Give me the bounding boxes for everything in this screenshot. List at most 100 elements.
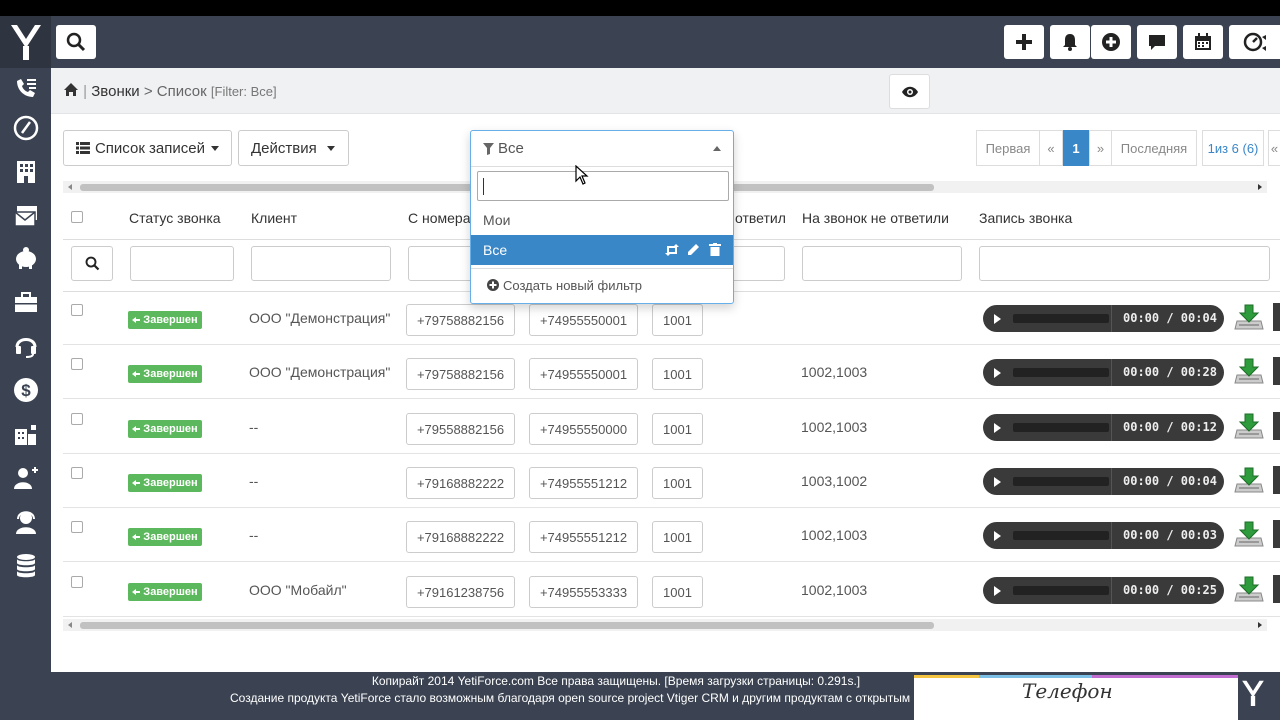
download-icon[interactable] xyxy=(1233,575,1265,603)
yetiforce-logo[interactable] xyxy=(0,16,51,68)
row-checkbox[interactable] xyxy=(71,521,83,533)
preview-toggle-button[interactable] xyxy=(889,74,930,109)
search-button[interactable] xyxy=(56,25,96,59)
play-icon[interactable] xyxy=(994,423,1001,433)
sidebar-item-calls[interactable] xyxy=(0,68,51,108)
row-checkbox[interactable] xyxy=(71,413,83,425)
row-actions-edge[interactable] xyxy=(1273,357,1280,385)
column-from-number[interactable]: С номера xyxy=(408,210,471,226)
audio-progress-track[interactable] xyxy=(1013,477,1109,486)
table-row[interactable]: Завершен ООО "Мобайл" +79161238756 +7495555… xyxy=(63,563,1280,617)
row-checkbox[interactable] xyxy=(71,358,83,370)
extension-number[interactable]: 1001 xyxy=(652,576,703,608)
audio-progress-track[interactable] xyxy=(1013,368,1109,377)
from-number[interactable]: +79161238756 xyxy=(406,576,515,608)
download-icon[interactable] xyxy=(1233,520,1265,548)
from-number[interactable]: +79168882222 xyxy=(406,467,515,499)
audio-progress-track[interactable] xyxy=(1013,531,1109,540)
row-actions-edge[interactable] xyxy=(1273,466,1280,494)
scroll-thumb[interactable] xyxy=(80,622,934,629)
audio-player[interactable]: 00:00 / 00:25 xyxy=(983,577,1224,604)
extension-number[interactable]: 1001 xyxy=(652,413,703,445)
to-number[interactable]: +74955551212 xyxy=(529,467,638,499)
sidebar-item-finance[interactable]: $ xyxy=(0,370,51,410)
extension-number[interactable]: 1001 xyxy=(652,304,703,336)
row-actions-edge[interactable] xyxy=(1273,303,1280,331)
calendar-button[interactable] xyxy=(1183,25,1223,59)
sidebar-item-organization[interactable] xyxy=(0,414,51,454)
sidebar-item-dashboard[interactable] xyxy=(0,108,51,148)
chat-button[interactable] xyxy=(1137,25,1177,59)
sidebar-item-users[interactable] xyxy=(0,502,51,542)
audio-player[interactable]: 00:00 / 00:04 xyxy=(983,468,1224,495)
pager-extra[interactable]: « xyxy=(1268,130,1280,166)
audio-player[interactable]: 00:00 / 00:12 xyxy=(983,414,1224,441)
column-call-recording[interactable]: Запись звонка xyxy=(979,210,1072,226)
pager-last[interactable]: Последняя xyxy=(1111,130,1197,166)
client-link[interactable]: -- xyxy=(249,419,258,435)
scroll-left-arrow[interactable] xyxy=(68,184,72,190)
to-number[interactable]: +74955553333 xyxy=(529,576,638,608)
scroll-right-arrow[interactable] xyxy=(1258,622,1262,628)
client-link[interactable]: ООО "Мобайл" xyxy=(249,582,347,598)
row-actions-edge[interactable] xyxy=(1273,412,1280,440)
sidebar-item-companies[interactable] xyxy=(0,152,51,192)
extension-number[interactable]: 1001 xyxy=(652,521,703,553)
column-call-status[interactable]: Статус звонка xyxy=(129,210,221,226)
filter-select[interactable]: Все xyxy=(471,131,733,167)
download-icon[interactable] xyxy=(1233,466,1265,494)
client-link[interactable]: -- xyxy=(249,527,258,543)
row-actions-edge[interactable] xyxy=(1273,575,1280,603)
audio-progress-track[interactable] xyxy=(1013,314,1109,323)
from-number[interactable]: +79168882222 xyxy=(406,521,515,553)
table-row[interactable]: Завершен -- +79168882222 +74955551212 1001 10… xyxy=(63,454,1280,508)
row-checkbox[interactable] xyxy=(71,304,83,316)
client-link[interactable]: ООО "Демонстрация" xyxy=(249,310,390,326)
play-icon[interactable] xyxy=(994,531,1001,541)
retweet-icon[interactable] xyxy=(664,244,680,256)
audio-progress-track[interactable] xyxy=(1013,586,1109,595)
not-answered-filter-input[interactable] xyxy=(802,246,962,281)
play-icon[interactable] xyxy=(994,586,1001,596)
table-row[interactable]: Завершен -- +79168882222 +74955551212 1001 10… xyxy=(63,508,1280,562)
table-row[interactable]: Завершен ООО "Демонстрация" +79758882156 +7… xyxy=(63,345,1280,399)
sidebar-item-mail[interactable] xyxy=(0,196,51,236)
play-icon[interactable] xyxy=(994,477,1001,487)
from-number[interactable]: +79758882156 xyxy=(406,304,515,336)
dashboard-button[interactable] xyxy=(1229,25,1280,59)
client-link[interactable]: -- xyxy=(249,473,258,489)
sidebar-item-contacts[interactable] xyxy=(0,458,51,498)
sidebar-item-support[interactable] xyxy=(0,326,51,366)
scroll-right-arrow[interactable] xyxy=(1258,184,1262,190)
pager-next[interactable]: » xyxy=(1089,130,1112,166)
filter-search-input[interactable] xyxy=(477,171,729,201)
select-all-checkbox[interactable] xyxy=(71,211,83,223)
extension-number[interactable]: 1001 xyxy=(652,358,703,390)
to-number[interactable]: +74955550001 xyxy=(529,304,638,336)
audio-player[interactable]: 00:00 / 00:28 xyxy=(983,359,1224,386)
column-search-button[interactable] xyxy=(71,246,113,281)
pager-count[interactable]: 1из 6 (6) xyxy=(1202,130,1264,166)
pager-current[interactable]: 1 xyxy=(1063,130,1089,166)
pager-first[interactable]: Первая xyxy=(976,130,1040,166)
download-icon[interactable] xyxy=(1233,303,1265,331)
audio-player[interactable]: 00:00 / 00:03 xyxy=(983,522,1224,549)
pencil-icon[interactable] xyxy=(687,243,700,256)
horizontal-scrollbar-bottom[interactable] xyxy=(63,619,1267,631)
breadcrumb-module[interactable]: Звонки xyxy=(91,83,139,100)
row-checkbox[interactable] xyxy=(71,576,83,588)
row-checkbox[interactable] xyxy=(71,467,83,479)
from-number[interactable]: +79558882156 xyxy=(406,413,515,445)
status-filter-input[interactable] xyxy=(130,246,234,281)
actions-button[interactable]: Действия xyxy=(238,130,349,166)
create-filter-option[interactable]: Создать новый фильтр xyxy=(471,270,733,300)
scroll-left-arrow[interactable] xyxy=(68,622,72,628)
filter-dropdown[interactable]: Все Мои Все Создать новый фильтр xyxy=(470,130,734,304)
recording-filter-input[interactable] xyxy=(979,246,1270,281)
from-number[interactable]: +79758882156 xyxy=(406,358,515,390)
table-row[interactable]: Завершен -- +79558882156 +74955550000 1001 10… xyxy=(63,400,1280,454)
trash-icon[interactable] xyxy=(709,243,721,256)
sidebar-item-projects[interactable] xyxy=(0,282,51,322)
play-icon[interactable] xyxy=(994,368,1001,378)
pager-prev[interactable]: « xyxy=(1039,130,1063,166)
